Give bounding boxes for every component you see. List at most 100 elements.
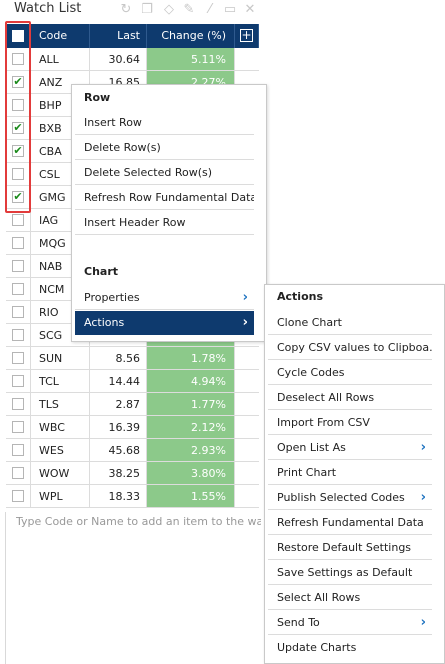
- table-row[interactable]: WPL 18.33 1.55%: [6, 485, 259, 508]
- row-checkbox-cell[interactable]: [6, 301, 31, 323]
- cell-change: 4.94%: [147, 370, 235, 392]
- menu-item-label: Publish Selected Codes: [277, 491, 405, 504]
- menu-item-label: Select All Rows: [277, 591, 361, 604]
- actions-submenu: Actions Clone Chart Copy CSV values to Cl…: [264, 284, 445, 664]
- actions-submenu-header: Actions: [277, 290, 323, 303]
- row-checkbox-cell[interactable]: [6, 347, 31, 369]
- cell-code: WBC: [31, 416, 90, 438]
- menu-item-save-settings-as-default[interactable]: Save Settings as Default: [268, 561, 432, 585]
- menu-item-label: Refresh Fundamental Data: [277, 516, 424, 529]
- table-row[interactable]: WBC 16.39 2.12%: [6, 416, 259, 439]
- checkbox-column-highlight: [5, 21, 31, 213]
- menu-item-properties-label: Properties: [84, 291, 140, 304]
- cell-code: WPL: [31, 485, 90, 507]
- menu-item-clone-chart[interactable]: Clone Chart: [268, 311, 432, 335]
- chevron-right-icon: ›: [242, 290, 248, 305]
- maximize-icon[interactable]: ▭: [222, 2, 238, 18]
- table-row[interactable]: TLS 2.87 1.77%: [6, 393, 259, 416]
- row-checkbox[interactable]: [12, 283, 24, 295]
- row-checkbox[interactable]: [12, 352, 24, 364]
- row-checkbox[interactable]: [12, 490, 24, 502]
- menu-item-deselect-all-rows[interactable]: Deselect All Rows: [268, 386, 432, 410]
- row-checkbox-cell[interactable]: [6, 278, 31, 300]
- menu-item-print-chart[interactable]: Print Chart: [268, 461, 432, 485]
- cell-change: 3.80%: [147, 462, 235, 484]
- menu-item-publish-selected-codes[interactable]: Publish Selected Codes ›: [268, 486, 432, 510]
- row-checkbox[interactable]: [12, 306, 24, 318]
- menu-item-label: Deselect All Rows: [277, 391, 375, 404]
- table-row[interactable]: ALL 30.64 5.11%: [6, 48, 259, 71]
- row-checkbox-cell[interactable]: [6, 324, 31, 346]
- chevron-right-icon: ›: [420, 490, 426, 505]
- row-checkbox-cell[interactable]: [6, 462, 31, 484]
- add-column-cell[interactable]: +: [235, 24, 259, 48]
- cell-code: TLS: [31, 393, 90, 415]
- row-checkbox-cell[interactable]: [6, 393, 31, 415]
- menu-item-properties[interactable]: Properties ›: [75, 286, 254, 310]
- cell-last: 8.56: [90, 347, 147, 369]
- menu-item-refresh-fundamental-data[interactable]: Refresh Fundamental Data: [268, 511, 432, 535]
- menu-item-insert-header-row[interactable]: Insert Header Row: [75, 211, 254, 235]
- menu-section-row: Row: [84, 91, 111, 104]
- close-icon[interactable]: ✕: [242, 2, 258, 18]
- table-row[interactable]: SUN 8.56 1.78%: [6, 347, 259, 370]
- column-header-change[interactable]: Change (%): [147, 24, 235, 48]
- menu-item-actions[interactable]: Actions ›: [75, 311, 254, 335]
- menu-item-label: Import From CSV: [277, 416, 370, 429]
- menu-item-label: Print Chart: [277, 466, 337, 479]
- row-checkbox[interactable]: [12, 214, 24, 226]
- cell-change: 1.78%: [147, 347, 235, 369]
- column-header-code[interactable]: Code: [31, 24, 90, 48]
- menu-item-import-from-csv[interactable]: Import From CSV: [268, 411, 432, 435]
- window-title: Watch List: [14, 1, 82, 16]
- pin-icon[interactable]: ✎: [181, 2, 197, 18]
- table-row[interactable]: WOW 38.25 3.80%: [6, 462, 259, 485]
- row-checkbox[interactable]: [12, 421, 24, 433]
- cell-code: WES: [31, 439, 90, 461]
- menu-item-update-charts[interactable]: Update Charts: [268, 636, 432, 660]
- context-menu: Row Insert Row Delete Row(s) Delete Sele…: [71, 84, 267, 342]
- cell-change: 2.12%: [147, 416, 235, 438]
- row-checkbox[interactable]: [12, 398, 24, 410]
- add-item-input[interactable]: Type Code or Name to add an item to the …: [16, 515, 261, 528]
- menu-item-label: Restore Default Settings: [277, 541, 412, 554]
- row-checkbox[interactable]: [12, 467, 24, 479]
- menu-item-send-to[interactable]: Send To ›: [268, 611, 432, 635]
- menu-item-refresh-row-fundamental[interactable]: Refresh Row Fundamental Data: [75, 186, 254, 210]
- refresh-icon[interactable]: ↻: [118, 2, 134, 18]
- row-checkbox[interactable]: [12, 237, 24, 249]
- cell-last: 18.33: [90, 485, 147, 507]
- menu-item-select-all-rows[interactable]: Select All Rows: [268, 586, 432, 610]
- cell-last: 2.87: [90, 393, 147, 415]
- diamond-icon[interactable]: ◇: [161, 2, 177, 18]
- row-checkbox-cell[interactable]: [6, 485, 31, 507]
- cell-code: SUN: [31, 347, 90, 369]
- menu-item-delete-selected-rows[interactable]: Delete Selected Row(s): [75, 161, 254, 185]
- row-checkbox-cell[interactable]: [6, 416, 31, 438]
- row-checkbox[interactable]: [12, 260, 24, 272]
- row-checkbox-cell[interactable]: [6, 255, 31, 277]
- menu-item-cycle-codes[interactable]: Cycle Codes: [268, 361, 432, 385]
- chevron-right-icon: ›: [420, 615, 426, 630]
- menu-item-insert-row[interactable]: Insert Row: [75, 111, 254, 135]
- row-checkbox-cell[interactable]: [6, 370, 31, 392]
- row-checkbox-cell[interactable]: [6, 232, 31, 254]
- row-checkbox[interactable]: [12, 375, 24, 387]
- menu-item-copy-csv-values-to-clipboa[interactable]: Copy CSV values to Clipboa...: [268, 336, 432, 360]
- cell-last: 45.68: [90, 439, 147, 461]
- menu-item-label: Copy CSV values to Clipboa...: [277, 341, 432, 354]
- row-checkbox[interactable]: [12, 444, 24, 456]
- cell-code: ALL: [31, 48, 90, 70]
- menu-item-restore-default-settings[interactable]: Restore Default Settings: [268, 536, 432, 560]
- menu-item-open-list-as[interactable]: Open List As ›: [268, 436, 432, 460]
- column-header-last[interactable]: Last: [90, 24, 147, 48]
- menu-item-label: Update Charts: [277, 641, 357, 654]
- row-checkbox[interactable]: [12, 329, 24, 341]
- table-row[interactable]: TCL 14.44 4.94%: [6, 370, 259, 393]
- menu-item-delete-rows[interactable]: Delete Row(s): [75, 136, 254, 160]
- copy-icon[interactable]: ❐: [139, 2, 155, 18]
- add-column-icon[interactable]: +: [240, 29, 253, 42]
- row-checkbox-cell[interactable]: [6, 439, 31, 461]
- cell-last: 16.39: [90, 416, 147, 438]
- table-row[interactable]: WES 45.68 2.93%: [6, 439, 259, 462]
